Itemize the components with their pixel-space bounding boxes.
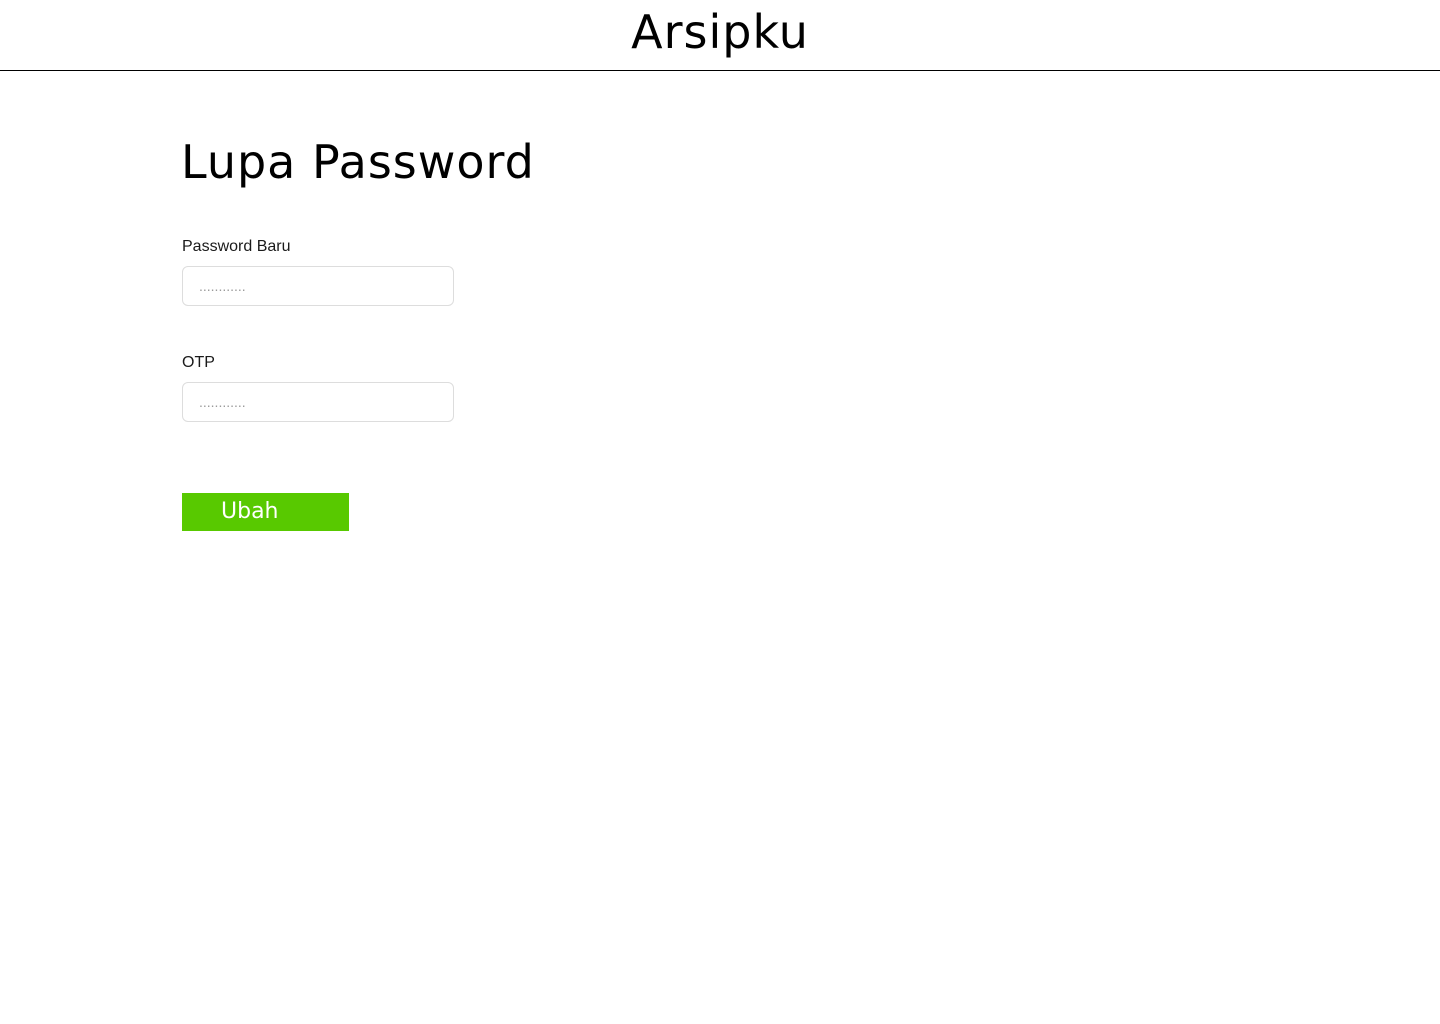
app-title: Arsipku <box>631 5 809 59</box>
submit-button[interactable]: Ubah <box>182 493 349 531</box>
otp-input[interactable] <box>182 382 454 422</box>
otp-label: OTP <box>182 354 215 371</box>
new-password-label: Password Baru <box>182 238 291 255</box>
app-header: Arsipku <box>0 0 1440 71</box>
page-title: Lupa Password <box>181 135 535 189</box>
new-password-input[interactable] <box>182 266 454 306</box>
